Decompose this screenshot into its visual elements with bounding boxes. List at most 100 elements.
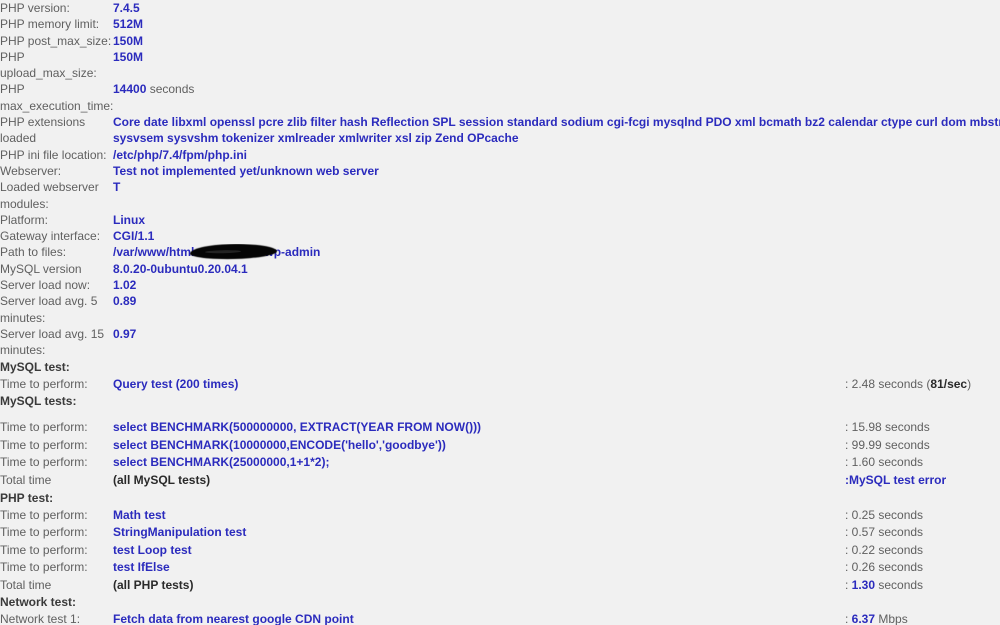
benchmark-label: Total time <box>0 577 52 592</box>
result-prefix: : 2.48 seconds ( <box>845 376 931 391</box>
info-value: 512M <box>113 17 144 32</box>
server-info-table: PHP version: 7.4.5 PHP memory limit: 512… <box>0 0 1000 359</box>
info-row-path-to-files: Path to files: /var/www/htmlREDACTED/wp-… <box>0 244 1000 260</box>
benchmark-row-bench-arithmetic: Time to perform: select BENCHMARK(250000… <box>0 454 1000 472</box>
extensions-line-1: Core date libxml openssl pcre zlib filte… <box>113 115 1000 130</box>
info-row-php-upload-max-size: PHP upload_max_size: 150M <box>0 49 1000 82</box>
info-label: PHP upload_max_size: <box>0 49 97 81</box>
section-heading-mysql-tests: MySQL tests: <box>0 393 1000 410</box>
benchmark-row-string-manipulation-test: Time to perform: StringManipulation test… <box>0 524 1000 542</box>
info-row-php-extensions-loaded: PHP extensions loaded Core date libxml o… <box>0 114 1000 147</box>
result-total-value: 1.30 <box>851 577 876 592</box>
section-heading-mysql-test: MySQL test: <box>0 359 1000 376</box>
info-value-unit: seconds <box>146 82 195 97</box>
benchmark-test-name: select BENCHMARK(25000000,1+1*2); <box>113 455 330 470</box>
server-info-body: PHP version: 7.4.5 PHP memory limit: 512… <box>0 0 1000 359</box>
info-row-mysql-version: MySQL version 8.0.20-0ubuntu0.20.04.1 <box>0 261 1000 277</box>
info-value-number: 14400 <box>113 82 147 97</box>
benchmark-row-ifelse-test: Time to perform: test IfElse : 0.26 seco… <box>0 559 1000 577</box>
section-heading-label: MySQL tests: <box>0 394 77 409</box>
benchmark-result: : 0.22 seconds <box>845 542 924 557</box>
info-value: /var/www/htmlREDACTED/wp-admin <box>113 244 1000 260</box>
result-bandwidth-value: 6.37 <box>851 612 876 625</box>
benchmark-label: Time to perform: <box>0 507 88 522</box>
info-value: 150M <box>113 33 144 48</box>
info-row-gateway-interface: Gateway interface: CGI/1.1 <box>0 228 1000 244</box>
benchmark-result: : 1.60 seconds <box>845 455 924 470</box>
info-value: Core date libxml openssl pcre zlib filte… <box>113 114 1000 147</box>
info-label: PHP version: <box>0 1 70 15</box>
benchmark-label: Network test 1: <box>0 612 81 625</box>
benchmark-row-query-test: Time to perform: Query test (200 times) … <box>0 376 1000 394</box>
result-suffix: seconds <box>875 577 924 592</box>
info-row-php-version: PHP version: 7.4.5 <box>0 0 1000 16</box>
info-value: 14400 seconds <box>113 81 1000 114</box>
info-label: MySQL version <box>0 261 82 276</box>
info-value: T <box>113 180 121 195</box>
info-label: PHP memory limit: <box>0 17 100 32</box>
info-row-server-load-avg-15: Server load avg. 15 minutes: 0.97 <box>0 326 1000 359</box>
info-value: CGI/1.1 <box>113 229 155 244</box>
info-label: Platform: <box>0 212 49 227</box>
benchmark-result-error: :MySQL test error <box>845 472 947 487</box>
spacer-row <box>0 410 1000 419</box>
benchmark-test-name: Fetch data from nearest google CDN point <box>113 612 354 625</box>
benchmark-result: : 0.57 seconds <box>845 525 924 540</box>
benchmark-results-body: MySQL test: Time to perform: Query test … <box>0 359 1000 625</box>
benchmark-label: Time to perform: <box>0 455 88 470</box>
benchmark-label: Total time <box>0 472 52 487</box>
info-label: Path to files: <box>0 245 67 260</box>
info-label: Server load avg. 15 minutes: <box>0 326 105 358</box>
info-label: Loaded webserver modules: <box>0 180 99 211</box>
benchmark-result: : 2.48 seconds (81/sec) <box>845 376 1000 394</box>
info-row-server-load-now: Server load now: 1.02 <box>0 277 1000 293</box>
benchmark-row-bench-extract-year: Time to perform: select BENCHMARK(500000… <box>0 419 1000 437</box>
benchmark-test-name: StringManipulation test <box>113 525 247 540</box>
benchmark-result: : 99.99 seconds <box>845 437 930 452</box>
info-label: PHP post_max_size: <box>0 33 112 48</box>
benchmark-label: Time to perform: <box>0 437 88 452</box>
info-label: PHP extensions loaded <box>0 115 86 146</box>
benchmark-label: Time to perform: <box>0 376 88 391</box>
benchmark-test-name: select BENCHMARK(500000000, EXTRACT(YEAR… <box>113 420 482 435</box>
info-label: PHP max_execution_time: <box>0 82 114 113</box>
result-suffix: Mbps <box>875 612 908 625</box>
info-row-webserver: Webserver: Test not implemented yet/unkn… <box>0 163 1000 179</box>
benchmark-results-table: MySQL test: Time to perform: Query test … <box>0 359 1000 625</box>
benchmark-label: Time to perform: <box>0 420 88 435</box>
benchmark-label: Time to perform: <box>0 542 88 557</box>
benchmark-result: : 15.98 seconds <box>845 420 930 435</box>
benchmark-result: : 0.25 seconds <box>845 507 924 522</box>
info-value: /etc/php/7.4/fpm/php.ini <box>113 147 248 162</box>
benchmark-result: : 6.37 Mbps <box>845 611 1000 625</box>
section-heading-label: Network test: <box>0 595 77 610</box>
result-suffix: ) <box>967 376 972 391</box>
result-prefix: : <box>845 612 852 625</box>
info-value: 7.4.5 <box>113 1 140 15</box>
benchmark-result: : 0.26 seconds <box>845 560 924 575</box>
info-label: PHP ini file location: <box>0 147 107 162</box>
info-label: Webserver: <box>0 163 62 178</box>
benchmark-test-name: test Loop test <box>113 542 192 557</box>
info-label: Server load avg. 5 minutes: <box>0 294 98 325</box>
section-heading-label: PHP test: <box>0 490 54 505</box>
info-value: 0.89 <box>113 294 137 309</box>
result-rate: 81/sec <box>930 376 968 391</box>
benchmark-test-name: test IfElse <box>113 560 170 575</box>
benchmark-test-name: select BENCHMARK(10000000,ENCODE('hello'… <box>113 437 446 452</box>
info-label: Server load now: <box>0 278 91 293</box>
info-row-php-ini-file-location: PHP ini file location: /etc/php/7.4/fpm/… <box>0 147 1000 163</box>
info-value: 1.02 <box>113 278 137 293</box>
info-value: 0.97 <box>113 326 137 341</box>
info-row-php-post-max-size: PHP post_max_size: 150M <box>0 33 1000 49</box>
info-row-server-load-avg-5: Server load avg. 5 minutes: 0.89 <box>0 293 1000 326</box>
path-prefix: /var/www/html <box>113 245 195 260</box>
benchmark-row-loop-test: Time to perform: test Loop test : 0.22 s… <box>0 542 1000 560</box>
benchmark-test-name: Query test (200 times) <box>113 376 239 391</box>
info-value: Test not implemented yet/unknown web ser… <box>113 163 379 178</box>
performance-test-page: PHP version: 7.4.5 PHP memory limit: 512… <box>0 0 1000 625</box>
benchmark-label: Time to perform: <box>0 560 88 575</box>
benchmark-row-mysql-total-time: Total time (all MySQL tests) :MySQL test… <box>0 472 1000 490</box>
info-label: Gateway interface: <box>0 229 101 244</box>
info-row-loaded-webserver-modules: Loaded webserver modules: T <box>0 179 1000 212</box>
